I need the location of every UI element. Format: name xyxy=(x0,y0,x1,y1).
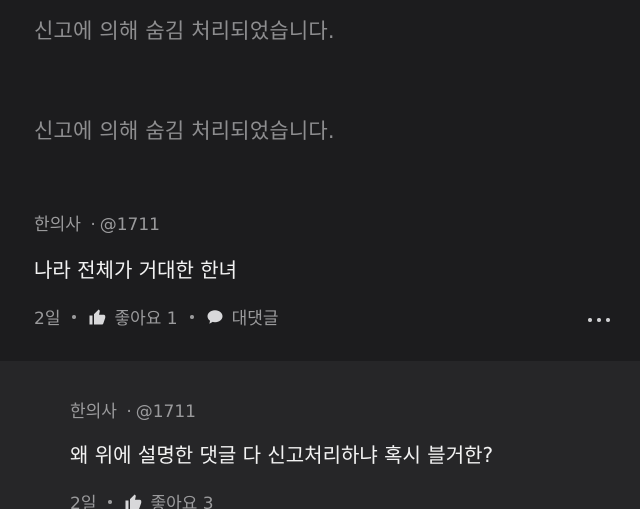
meta-separator: · xyxy=(126,402,132,422)
reply-actions: 2일 좋아요 3 xyxy=(70,489,214,509)
reply-handle[interactable]: @1711 xyxy=(136,402,196,422)
speech-bubble-icon[interactable] xyxy=(206,308,224,326)
separator-dot xyxy=(189,314,194,319)
thumbs-up-icon[interactable] xyxy=(124,493,142,509)
more-options-button[interactable] xyxy=(588,318,610,322)
reply-text: 왜 위에 설명한 댓글 다 신고처리하냐 혹시 블거한? xyxy=(70,443,494,467)
reply-meta: 한의사 · @1711 xyxy=(70,397,196,422)
comment-handle[interactable]: @1711 xyxy=(100,215,160,235)
hidden-comment-notice: 신고에 의해 숨김 처리되었습니다. xyxy=(34,119,335,143)
reply-age: 2일 xyxy=(70,494,97,509)
comment-actions: 2일 좋아요 1 대댓글 xyxy=(34,304,279,329)
meta-separator: · xyxy=(90,215,96,235)
comments-page: 신고에 의해 숨김 처리되었습니다. 신고에 의해 숨김 처리되었습니다. 한의… xyxy=(0,0,640,509)
comment-age: 2일 xyxy=(34,309,61,329)
separator-dot xyxy=(108,499,113,504)
hidden-comment-notice: 신고에 의해 숨김 처리되었습니다. xyxy=(34,19,335,43)
separator-dot xyxy=(72,314,77,319)
reply-author[interactable]: 한의사 xyxy=(70,402,117,422)
reply-container: 한의사 · @1711 왜 위에 설명한 댓글 다 신고처리하냐 혹시 블거한? … xyxy=(0,361,640,509)
comment-text: 나라 전체가 거대한 한녀 xyxy=(34,258,238,282)
like-count[interactable]: 좋아요 3 xyxy=(150,489,213,509)
comment-meta: 한의사 · @1711 xyxy=(34,210,160,235)
more-horizontal-icon xyxy=(588,318,592,322)
thumbs-up-icon[interactable] xyxy=(88,308,106,326)
comment-author[interactable]: 한의사 xyxy=(34,215,81,235)
like-count[interactable]: 좋아요 1 xyxy=(114,304,177,329)
reply-button[interactable]: 대댓글 xyxy=(232,304,279,329)
